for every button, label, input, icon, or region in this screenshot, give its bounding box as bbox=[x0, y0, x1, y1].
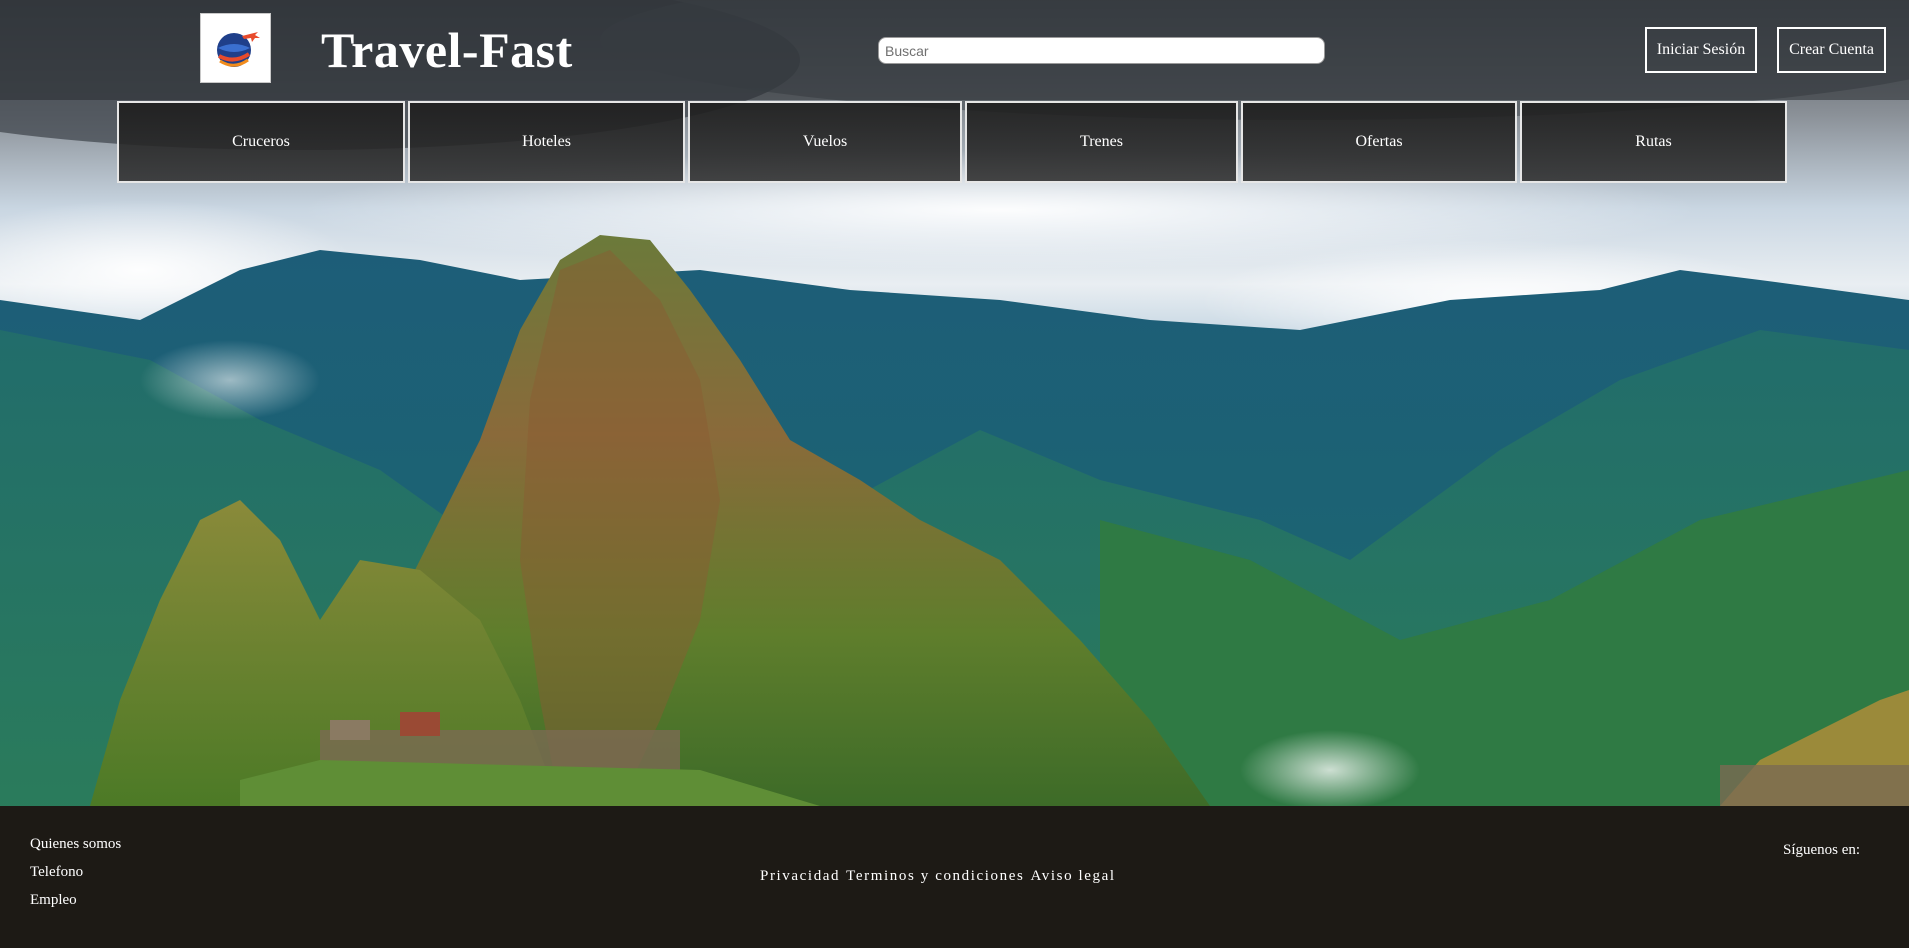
footer-links: Quienes somos Telefono Empleo bbox=[30, 830, 121, 914]
legal-notice-link[interactable]: Aviso legal bbox=[1030, 868, 1115, 884]
brand-title[interactable]: Travel-Fast bbox=[321, 20, 573, 80]
footer-link-telefono[interactable]: Telefono bbox=[30, 858, 121, 886]
nav-item-ofertas[interactable]: Ofertas bbox=[1241, 101, 1517, 183]
create-account-button[interactable]: Crear Cuenta bbox=[1777, 27, 1886, 73]
footer-link-quienes-somos[interactable]: Quienes somos bbox=[30, 830, 121, 858]
nav-item-vuelos[interactable]: Vuelos bbox=[688, 101, 962, 183]
terms-link[interactable]: Terminos y condiciones bbox=[846, 868, 1024, 884]
nav-item-rutas[interactable]: Rutas bbox=[1520, 101, 1787, 183]
globe-airplane-icon bbox=[216, 32, 260, 67]
privacy-link[interactable]: Privacidad bbox=[760, 868, 840, 884]
site-header: Travel-Fast Iniciar Sesión Crear Cuenta bbox=[0, 0, 1909, 100]
follow-us-label: Síguenos en: bbox=[1783, 842, 1861, 858]
legal-links: Privacidad Terminos y condiciones Aviso le… bbox=[760, 868, 1122, 885]
footer-link-empleo[interactable]: Empleo bbox=[30, 886, 121, 914]
logo[interactable] bbox=[200, 13, 271, 83]
nav-item-hoteles[interactable]: Hoteles bbox=[408, 101, 685, 183]
search-input[interactable] bbox=[878, 37, 1325, 64]
nav-item-cruceros[interactable]: Cruceros bbox=[117, 101, 405, 183]
nav-item-trenes[interactable]: Trenes bbox=[965, 101, 1238, 183]
login-button[interactable]: Iniciar Sesión bbox=[1645, 27, 1757, 73]
main-nav: Cruceros Hoteles Vuelos Trenes Ofertas R… bbox=[117, 101, 1787, 183]
site-footer: Quienes somos Telefono Empleo Privacidad… bbox=[0, 806, 1909, 948]
